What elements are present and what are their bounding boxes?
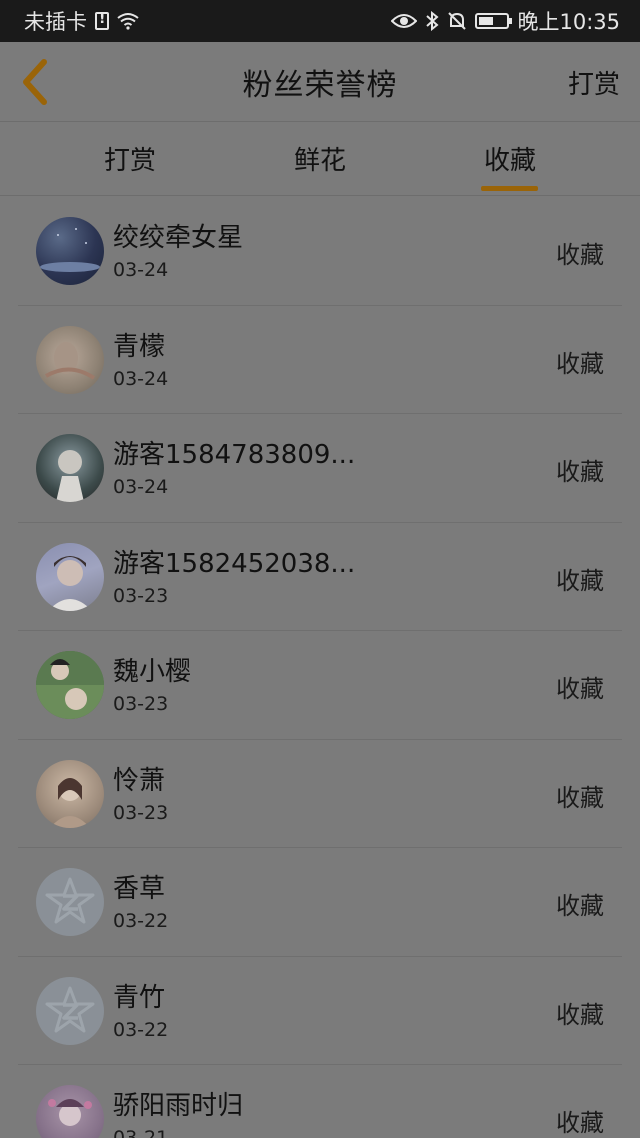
avatar	[36, 434, 104, 502]
fan-date: 03-22	[113, 1018, 169, 1041]
fan-name: 青竹	[113, 982, 166, 1013]
mute-bell-icon	[448, 12, 467, 30]
status-time: 晚上10:35	[517, 10, 620, 34]
fan-action-type: 收藏	[556, 349, 604, 378]
fan-name: 青檬	[113, 331, 166, 362]
list-item[interactable]: 游客1584783809... 03-24 收藏	[18, 414, 622, 523]
reward-button[interactable]: 打赏	[568, 64, 620, 101]
list-item[interactable]: 香草 03-22 收藏	[18, 848, 622, 957]
fan-action-type: 收藏	[556, 566, 604, 595]
active-tab-indicator	[481, 186, 538, 191]
status-left: 未插卡	[24, 6, 139, 36]
fan-date: 03-21	[113, 1127, 169, 1138]
fan-date: 03-23	[113, 693, 169, 715]
fan-action-type: 收藏	[556, 892, 604, 920]
battery-icon	[475, 13, 513, 29]
chevron-left-icon	[23, 59, 47, 105]
tab-favorites[interactable]: 收藏	[450, 140, 570, 177]
fan-name: 绞绞牵女星	[113, 223, 244, 253]
fans-list: 绞绞牵女星 03-24 收藏 青檬 03-24 收藏 游客1584783809.…	[0, 197, 640, 1138]
back-button[interactable]	[14, 56, 58, 108]
list-item[interactable]: 骄阳雨时归 03-21 收藏	[18, 1065, 622, 1138]
tab-reward[interactable]: 打赏	[70, 140, 190, 177]
default-avatar-icon	[36, 868, 104, 936]
fan-action-type: 收藏	[556, 1000, 604, 1029]
avatar	[36, 759, 104, 828]
status-right: 晚上10:35	[391, 6, 620, 36]
fan-name: 游客1582452038...	[113, 548, 356, 579]
fan-name: 怜萧	[113, 765, 166, 796]
fan-action-type: 收藏	[556, 1109, 604, 1137]
fan-name: 游客1584783809...	[113, 440, 356, 470]
tab-bar: 打赏 鲜花 收藏	[0, 122, 640, 196]
fan-date: 03-22	[113, 910, 169, 932]
battery-fill	[479, 17, 494, 25]
avatar	[36, 1085, 104, 1138]
bluetooth-icon	[426, 11, 440, 31]
fan-date: 03-23	[113, 584, 169, 607]
fan-date: 03-24	[113, 259, 169, 281]
fan-action-type: 收藏	[556, 241, 604, 269]
wifi-icon	[117, 13, 139, 30]
fan-date: 03-23	[113, 801, 169, 824]
fan-name: 魏小樱	[113, 657, 192, 687]
fan-date: 03-24	[113, 367, 169, 390]
avatar	[36, 542, 104, 611]
fan-name: 香草	[113, 874, 166, 904]
avatar	[36, 325, 104, 394]
fan-action-type: 收藏	[556, 783, 604, 812]
fan-name: 骄阳雨时归	[113, 1091, 244, 1121]
list-item[interactable]: 魏小樱 03-23 收藏	[18, 631, 622, 740]
list-item[interactable]: 青竹 03-22 收藏	[18, 957, 622, 1065]
fan-action-type: 收藏	[556, 675, 604, 703]
fan-date: 03-24	[113, 476, 169, 498]
default-avatar-icon	[36, 976, 104, 1045]
app-header: 粉丝荣誉榜 打赏	[0, 42, 640, 122]
status-bar: 未插卡 晚上10:35	[0, 0, 640, 42]
carrier-label: 未插卡	[24, 10, 87, 34]
list-item[interactable]: 游客1582452038... 03-23 收藏	[18, 523, 622, 631]
list-item[interactable]: 绞绞牵女星 03-24 收藏	[18, 197, 622, 306]
sim-alert-icon	[95, 11, 109, 30]
page-title: 粉丝荣誉榜	[242, 67, 398, 103]
list-item[interactable]: 怜萧 03-23 收藏	[18, 740, 622, 848]
avatar	[36, 217, 104, 285]
tab-flowers[interactable]: 鲜花	[260, 140, 380, 177]
fan-action-type: 收藏	[556, 458, 604, 486]
avatar	[36, 651, 104, 719]
list-item[interactable]: 青檬 03-24 收藏	[18, 306, 622, 414]
eye-icon	[391, 14, 418, 28]
